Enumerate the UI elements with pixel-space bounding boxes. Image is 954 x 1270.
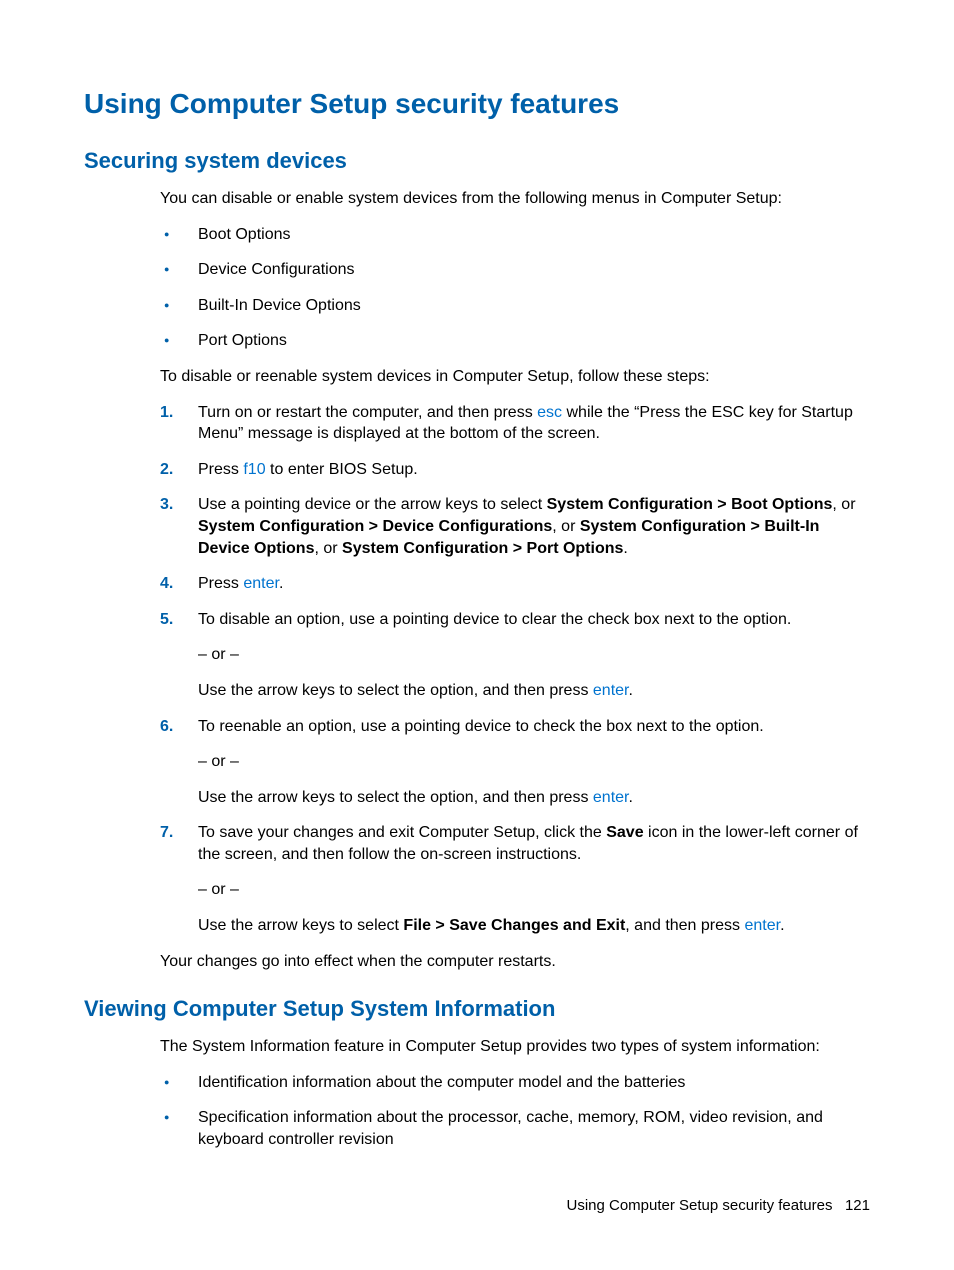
step-text: Press (198, 575, 243, 592)
step-text: , or (552, 518, 580, 535)
step-item: Press f10 to enter BIOS Setup. (160, 459, 870, 481)
step-text: , or (832, 496, 855, 513)
intro-paragraph: The System Information feature in Comput… (160, 1036, 870, 1058)
list-item: Specification information about the proc… (160, 1107, 870, 1150)
or-separator: – or – (198, 879, 870, 901)
keycap-enter: enter (593, 682, 629, 699)
list-item: Device Configurations (160, 259, 870, 281)
section-heading-securing: Securing system devices (84, 148, 870, 174)
step-text: Turn on or restart the computer, and the… (198, 404, 537, 421)
list-item: Port Options (160, 330, 870, 352)
list-item: Built-In Device Options (160, 295, 870, 317)
menu-path: System Configuration > Boot Options (547, 496, 833, 513)
document-page: Using Computer Setup security features S… (0, 0, 954, 1270)
or-separator: – or – (198, 751, 870, 773)
section-body: The System Information feature in Comput… (160, 1036, 870, 1150)
menu-path: System Configuration > Port Options (342, 540, 623, 557)
step-text: To reenable an option, use a pointing de… (198, 718, 764, 735)
step-alt-text: Use the arrow keys to select File > Save… (198, 915, 870, 937)
footer-text: Using Computer Setup security features (566, 1197, 832, 1214)
page-title: Using Computer Setup security features (84, 88, 870, 120)
keycap-enter: enter (593, 789, 629, 806)
step-text: , or (314, 540, 342, 557)
step-text: To save your changes and exit Computer S… (198, 824, 606, 841)
section-heading-viewing: Viewing Computer Setup System Informatio… (84, 996, 870, 1022)
step-text: to enter BIOS Setup. (266, 461, 418, 478)
step-item: To disable an option, use a pointing dev… (160, 609, 870, 702)
or-separator: – or – (198, 644, 870, 666)
list-item: Identification information about the com… (160, 1072, 870, 1094)
step-alt-text: Use the arrow keys to select the option,… (198, 787, 870, 809)
save-label: Save (606, 824, 643, 841)
step-item: Press enter. (160, 573, 870, 595)
step-item: Turn on or restart the computer, and the… (160, 402, 870, 445)
step-text: . (623, 540, 627, 557)
keycap-enter: enter (243, 575, 279, 592)
step-text: . (279, 575, 283, 592)
step-item: To save your changes and exit Computer S… (160, 822, 870, 936)
section-body: You can disable or enable system devices… (160, 188, 870, 972)
step-alt-text: Use the arrow keys to select the option,… (198, 680, 870, 702)
step-text: Use a pointing device or the arrow keys … (198, 496, 547, 513)
lead-paragraph: To disable or reenable system devices in… (160, 366, 870, 388)
steps-list: Turn on or restart the computer, and the… (160, 402, 870, 937)
step-item: Use a pointing device or the arrow keys … (160, 494, 870, 559)
page-number: 121 (845, 1197, 870, 1214)
outro-paragraph: Your changes go into effect when the com… (160, 951, 870, 973)
menu-bullet-list: Boot Options Device Configurations Built… (160, 224, 870, 352)
keycap-f10: f10 (243, 461, 265, 478)
page-footer: Using Computer Setup security features 1… (566, 1197, 870, 1214)
keycap-esc: esc (537, 404, 562, 421)
list-item: Boot Options (160, 224, 870, 246)
menu-path: System Configuration > Device Configurat… (198, 518, 552, 535)
info-bullet-list: Identification information about the com… (160, 1072, 870, 1151)
keycap-enter: enter (744, 917, 780, 934)
intro-paragraph: You can disable or enable system devices… (160, 188, 870, 210)
step-text: To disable an option, use a pointing dev… (198, 611, 791, 628)
step-item: To reenable an option, use a pointing de… (160, 716, 870, 809)
step-text: Press (198, 461, 243, 478)
menu-path: File > Save Changes and Exit (403, 917, 625, 934)
